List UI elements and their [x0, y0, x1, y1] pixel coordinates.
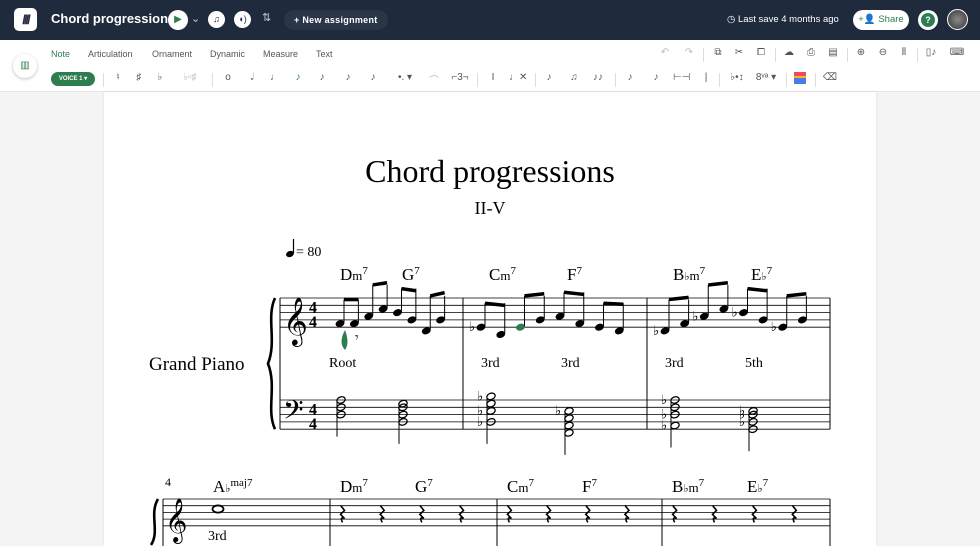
flat-accidental: ♭ [739, 403, 745, 418]
chord-symbol: B♭m7 [673, 265, 706, 284]
chord-symbol: G7 [402, 265, 420, 284]
flat-accidental: ♭ [692, 308, 698, 323]
brace [266, 297, 277, 430]
quarter-rest [545, 504, 552, 523]
beam [563, 290, 584, 297]
beam [747, 286, 768, 293]
quarter-rest [379, 504, 386, 523]
quarter-rest [584, 504, 591, 523]
score-heading[interactable]: Chord progressions [365, 153, 615, 189]
chord-symbol: B♭m7 [672, 477, 705, 496]
instrument-name[interactable]: Grand Piano [149, 354, 245, 375]
chord-tone-label: 3rd [561, 356, 580, 371]
whole-note [211, 504, 225, 514]
beam [524, 291, 545, 298]
flat-accidental: ♭ [469, 319, 475, 334]
chord-symbol: E♭7 [751, 265, 773, 284]
score-subtitle[interactable]: II-V [475, 198, 506, 218]
treble-clef: 𝄞 [165, 499, 187, 544]
chord-tone-label: Root [329, 356, 356, 371]
time-signature-denominator: 4 [309, 314, 317, 331]
quarter-rest [791, 504, 798, 523]
beam [429, 290, 446, 298]
eighth-rest: 𝄾 [355, 331, 359, 346]
flat-accidental: ♭ [477, 403, 483, 418]
music-notation[interactable]: 𝄞𝄢4444Dm7 G7RootCm7 F7♭3rd 3rd♭♭♭♭B♭m7 E♭7♭♭… [149, 265, 831, 546]
flat-accidental: ♭ [732, 305, 738, 320]
selection-marker [341, 330, 348, 350]
beam [484, 301, 505, 308]
chord-symbol: Cm7 [507, 477, 534, 496]
chord-tone-label: 3rd [481, 356, 500, 371]
quarter-rest [506, 504, 513, 523]
chord-symbol: F7 [582, 477, 597, 496]
quarter-rest [623, 504, 631, 523]
quarter-rest [671, 504, 678, 523]
beam [708, 281, 729, 287]
beam [372, 281, 388, 287]
flat-accidental: ♭ [771, 319, 777, 334]
flat-accidental: ♭ [661, 407, 667, 422]
tempo-marking[interactable]: = 80 [285, 239, 321, 260]
bass-clef: 𝄢 [283, 395, 304, 431]
chord-tone-label: 5th [745, 356, 763, 371]
quarter-rest [711, 504, 718, 523]
chord-tone-label: 3rd [208, 529, 227, 544]
flat-accidental: ♭ [477, 388, 483, 403]
chord-symbol: Cm7 [489, 265, 516, 284]
time-signature-denominator: 4 [309, 416, 317, 433]
quarter-rest [339, 504, 346, 523]
quarter-rest [458, 504, 465, 523]
quarter-rest [751, 504, 758, 523]
beam [668, 295, 689, 302]
beam [786, 291, 807, 298]
chord-symbol: F7 [567, 265, 582, 284]
chord-symbol: Dm7 [340, 265, 368, 284]
chord-symbol: Dm7 [340, 477, 368, 496]
treble-clef: 𝄞 [283, 297, 308, 347]
flat-accidental: ♭ [661, 392, 667, 407]
brace [149, 498, 160, 546]
beam [603, 301, 624, 307]
chord-symbol: A♭maj7 [213, 477, 253, 496]
quarter-rest [418, 504, 425, 523]
flat-accidental: ♭ [555, 403, 561, 418]
chord-tone-label: 3rd [665, 356, 684, 371]
beam [401, 286, 417, 293]
chord-symbol: G7 [415, 477, 433, 496]
flat-accidental: ♭ [653, 323, 659, 338]
chord-symbol: E♭7 [747, 477, 769, 496]
tempo-value: = 80 [296, 245, 321, 260]
measure-number: 4 [165, 475, 171, 489]
score-canvas[interactable]: Chord progressions II-V = 80 Grand Piano… [0, 0, 980, 546]
